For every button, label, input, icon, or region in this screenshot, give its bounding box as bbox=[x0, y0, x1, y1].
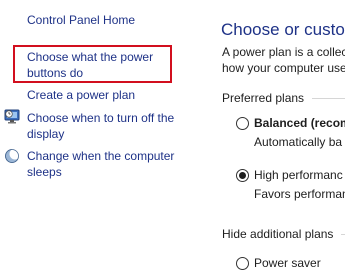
page-title: Choose or custom bbox=[221, 20, 345, 39]
radio-dot bbox=[239, 171, 246, 179]
description-line2: how your computer use bbox=[222, 61, 345, 75]
sleep-link-line1[interactable]: Change when the computer bbox=[27, 148, 174, 164]
moon-icon bbox=[4, 147, 22, 165]
create-power-plan-link[interactable]: Create a power plan bbox=[27, 87, 135, 103]
plan-description: Automatically ba bbox=[254, 135, 343, 149]
plan-balanced[interactable]: Balanced (recom bbox=[236, 115, 345, 131]
plan-name: Balanced (recom bbox=[254, 116, 345, 130]
power-buttons-link-line2[interactable]: buttons do bbox=[27, 65, 83, 81]
section-divider bbox=[341, 233, 345, 235]
plan-high-performance[interactable]: High performanc bbox=[236, 167, 343, 183]
turn-off-display-link-line2[interactable]: display bbox=[27, 126, 64, 142]
plan-name: High performanc bbox=[254, 168, 343, 182]
main-content-pane: Choose or custom A power plan is a colle… bbox=[200, 0, 345, 270]
plan-name: Power saver bbox=[254, 256, 321, 270]
hide-additional-plans-header[interactable]: Hide additional plans bbox=[222, 226, 345, 242]
left-nav-pane: Control Panel Home Choose what the power… bbox=[0, 0, 196, 270]
radio-button-unselected[interactable] bbox=[236, 256, 249, 270]
hide-additional-plans-label[interactable]: Hide additional plans bbox=[222, 226, 333, 242]
plan-description: Favors performan bbox=[254, 187, 345, 201]
power-buttons-link-line1[interactable]: Choose what the power bbox=[27, 49, 153, 65]
plan-power-saver[interactable]: Power saver bbox=[236, 255, 321, 270]
description-line1: A power plan is a collec bbox=[222, 45, 345, 59]
control-panel-home-link[interactable]: Control Panel Home bbox=[27, 12, 135, 28]
section-divider bbox=[312, 97, 345, 99]
turn-off-display-link-line1[interactable]: Choose when to turn off the bbox=[27, 110, 174, 126]
monitor-clock-icon bbox=[4, 108, 22, 126]
radio-button-unselected[interactable] bbox=[236, 116, 249, 130]
sleep-link-line2[interactable]: sleeps bbox=[27, 164, 62, 180]
radio-button-selected[interactable] bbox=[236, 168, 249, 182]
preferred-plans-label: Preferred plans bbox=[222, 91, 305, 105]
preferred-plans-header: Preferred plans bbox=[222, 90, 345, 106]
